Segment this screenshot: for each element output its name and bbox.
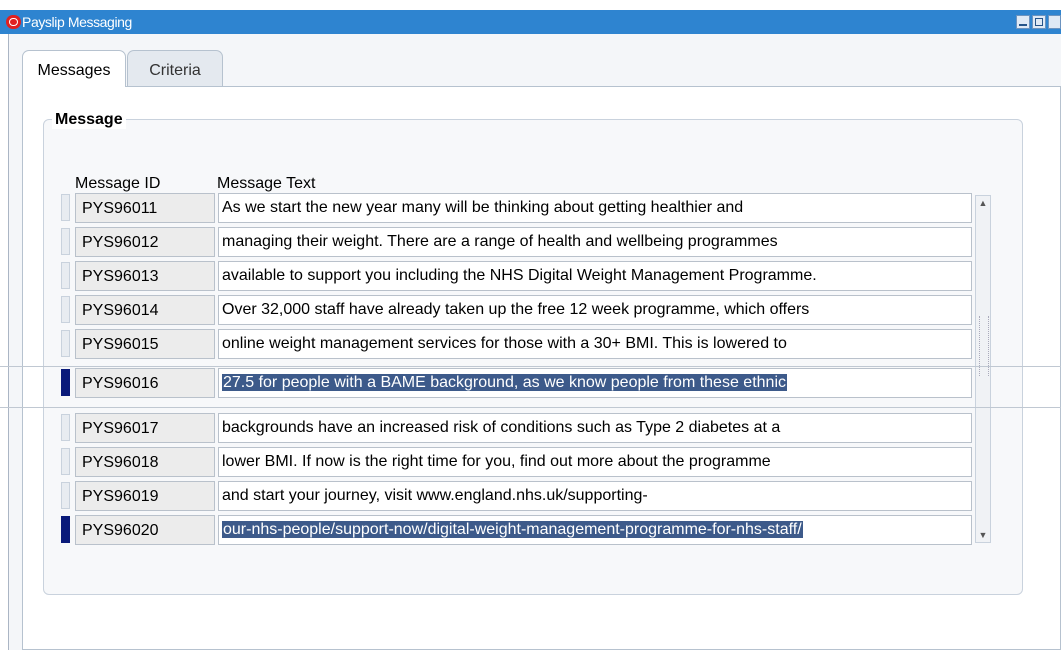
column-header-message-text: Message Text (217, 175, 316, 192)
row-selector[interactable] (61, 369, 70, 396)
title-bar: Payslip Messaging (0, 10, 1061, 34)
message-id-field[interactable]: PYS96016 (75, 368, 215, 398)
message-text-value: As we start the new year many will be th… (222, 199, 744, 216)
tab-criteria[interactable]: Criteria (127, 50, 223, 86)
column-header-message-id: Message ID (75, 175, 161, 192)
message-id-field[interactable]: PYS96017 (75, 413, 215, 443)
group-title: Message (52, 111, 126, 129)
scroll-up-icon[interactable]: ▲ (978, 197, 988, 209)
message-text-value: Over 32,000 staff have already taken up … (222, 301, 810, 318)
tab-messages[interactable]: Messages (22, 50, 126, 87)
row-selector[interactable] (61, 414, 70, 441)
message-text-field[interactable]: 27.5 for people with a BAME background, … (218, 368, 972, 398)
message-text-field[interactable]: available to support you including the N… (218, 261, 972, 291)
message-id-field[interactable]: PYS96020 (75, 515, 215, 545)
maximize-button[interactable] (1032, 15, 1046, 29)
tab-messages-label: Messages (37, 62, 111, 79)
message-text-value: 27.5 for people with a BAME background, … (222, 374, 787, 391)
message-id-field[interactable]: PYS96013 (75, 261, 215, 291)
message-id-field[interactable]: PYS96015 (75, 329, 215, 359)
message-text-value: lower BMI. If now is the right time for … (222, 453, 771, 470)
row-selector[interactable] (61, 228, 70, 255)
scroll-down-icon[interactable]: ▼ (978, 529, 988, 541)
message-id-field[interactable]: PYS96011 (75, 193, 215, 223)
message-text-value: online weight management services for th… (222, 335, 787, 352)
row-selector[interactable] (61, 194, 70, 221)
message-id-field[interactable]: PYS96012 (75, 227, 215, 257)
message-id-field[interactable]: PYS96019 (75, 481, 215, 511)
message-text-field[interactable]: our-nhs-people/support-now/digital-weigh… (218, 515, 972, 545)
message-text-value: our-nhs-people/support-now/digital-weigh… (222, 521, 803, 538)
message-text-field[interactable]: lower BMI. If now is the right time for … (218, 447, 972, 477)
message-text-field[interactable]: Over 32,000 staff have already taken up … (218, 295, 972, 325)
window-title: Payslip Messaging (22, 14, 132, 30)
vertical-scrollbar[interactable]: ▲ ▼ (975, 195, 991, 543)
row-selector[interactable] (61, 262, 70, 289)
message-text-value: and start your journey, visit www.englan… (222, 487, 648, 504)
message-text-field[interactable]: online weight management services for th… (218, 329, 972, 359)
close-button[interactable] (1048, 15, 1061, 29)
message-text-value: available to support you including the N… (222, 267, 817, 284)
message-text-field[interactable]: As we start the new year many will be th… (218, 193, 972, 223)
row-selector[interactable] (61, 482, 70, 509)
row-selector[interactable] (61, 448, 70, 475)
tab-panel: Message Message ID Message Text PYS96011… (22, 86, 1061, 650)
message-text-value: managing their weight. There are a range… (222, 233, 778, 250)
message-text-field[interactable]: managing their weight. There are a range… (218, 227, 972, 257)
message-id-field[interactable]: PYS96014 (75, 295, 215, 325)
row-selector[interactable] (61, 330, 70, 357)
row-selector[interactable] (61, 516, 70, 543)
scroll-thumb[interactable] (979, 316, 989, 376)
message-text-field[interactable]: and start your journey, visit www.englan… (218, 481, 972, 511)
message-text-value: backgrounds have an increased risk of co… (222, 419, 781, 436)
tab-criteria-label: Criteria (149, 62, 201, 79)
row-selector[interactable] (61, 296, 70, 323)
message-text-field[interactable]: backgrounds have an increased risk of co… (218, 413, 972, 443)
message-id-field[interactable]: PYS96018 (75, 447, 215, 477)
minimize-button[interactable] (1016, 15, 1030, 29)
oracle-app-icon (6, 15, 21, 29)
